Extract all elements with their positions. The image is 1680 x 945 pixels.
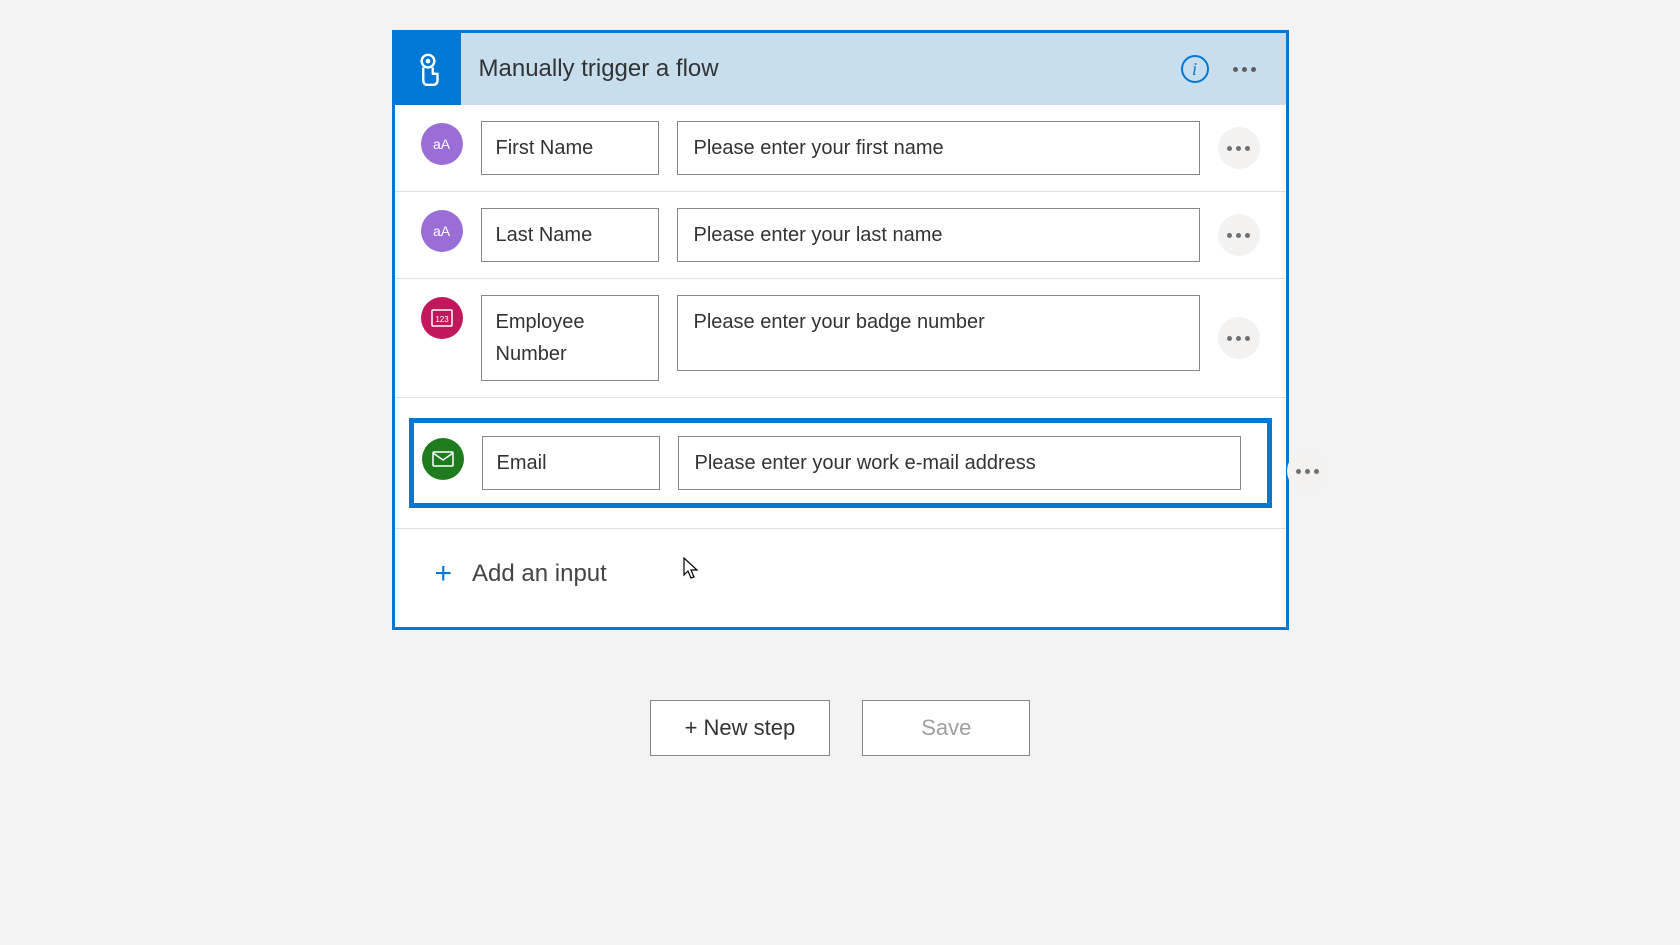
input-row-employee-number: 123 Employee Number Please enter your ba… xyxy=(395,279,1286,398)
more-icon[interactable] xyxy=(1233,67,1256,72)
row-more-button[interactable] xyxy=(1218,317,1260,359)
text-type-icon: aA xyxy=(421,123,463,165)
add-input-label: Add an input xyxy=(472,560,607,588)
add-input-button[interactable]: + Add an input xyxy=(395,528,1286,627)
input-row-email: Email Please enter your work e-mail addr… xyxy=(409,418,1272,508)
input-name-field[interactable]: First Name xyxy=(481,121,659,175)
footer-buttons: + New step Save xyxy=(650,700,1031,756)
input-name-field[interactable]: Email xyxy=(482,436,660,490)
ellipsis-icon xyxy=(1227,336,1250,341)
input-name-field[interactable]: Employee Number xyxy=(481,295,659,381)
input-row-last-name: aA Last Name Please enter your last name xyxy=(395,192,1286,279)
header-actions: i xyxy=(1181,55,1286,83)
email-type-icon xyxy=(422,438,464,480)
row-more-button[interactable] xyxy=(1287,450,1329,492)
row-more-button[interactable] xyxy=(1218,214,1260,256)
trigger-icon xyxy=(395,33,461,105)
input-description-field[interactable]: Please enter your work e-mail address xyxy=(678,436,1241,490)
text-type-icon: aA xyxy=(421,210,463,252)
svg-text:123: 123 xyxy=(435,315,449,324)
input-row-first-name: aA First Name Please enter your first na… xyxy=(395,105,1286,192)
manual-trigger-icon xyxy=(409,50,447,88)
ellipsis-icon xyxy=(1227,233,1250,238)
plus-icon: + xyxy=(435,559,453,589)
ellipsis-icon xyxy=(1296,469,1319,474)
number-type-icon: 123 xyxy=(421,297,463,339)
trigger-title: Manually trigger a flow xyxy=(461,55,1181,83)
input-name-field[interactable]: Last Name xyxy=(481,208,659,262)
input-description-field[interactable]: Please enter your first name xyxy=(677,121,1200,175)
new-step-button[interactable]: + New step xyxy=(650,700,831,756)
info-icon[interactable]: i xyxy=(1181,55,1209,83)
trigger-card: Manually trigger a flow i aA First Name … xyxy=(392,30,1289,630)
input-description-field[interactable]: Please enter your badge number xyxy=(677,295,1200,371)
save-button[interactable]: Save xyxy=(862,700,1030,756)
trigger-header[interactable]: Manually trigger a flow i xyxy=(395,33,1286,105)
ellipsis-icon xyxy=(1227,146,1250,151)
trigger-body: aA First Name Please enter your first na… xyxy=(395,105,1286,627)
input-description-field[interactable]: Please enter your last name xyxy=(677,208,1200,262)
number-badge-icon: 123 xyxy=(431,309,453,327)
email-icon xyxy=(432,451,454,467)
row-more-button[interactable] xyxy=(1218,127,1260,169)
